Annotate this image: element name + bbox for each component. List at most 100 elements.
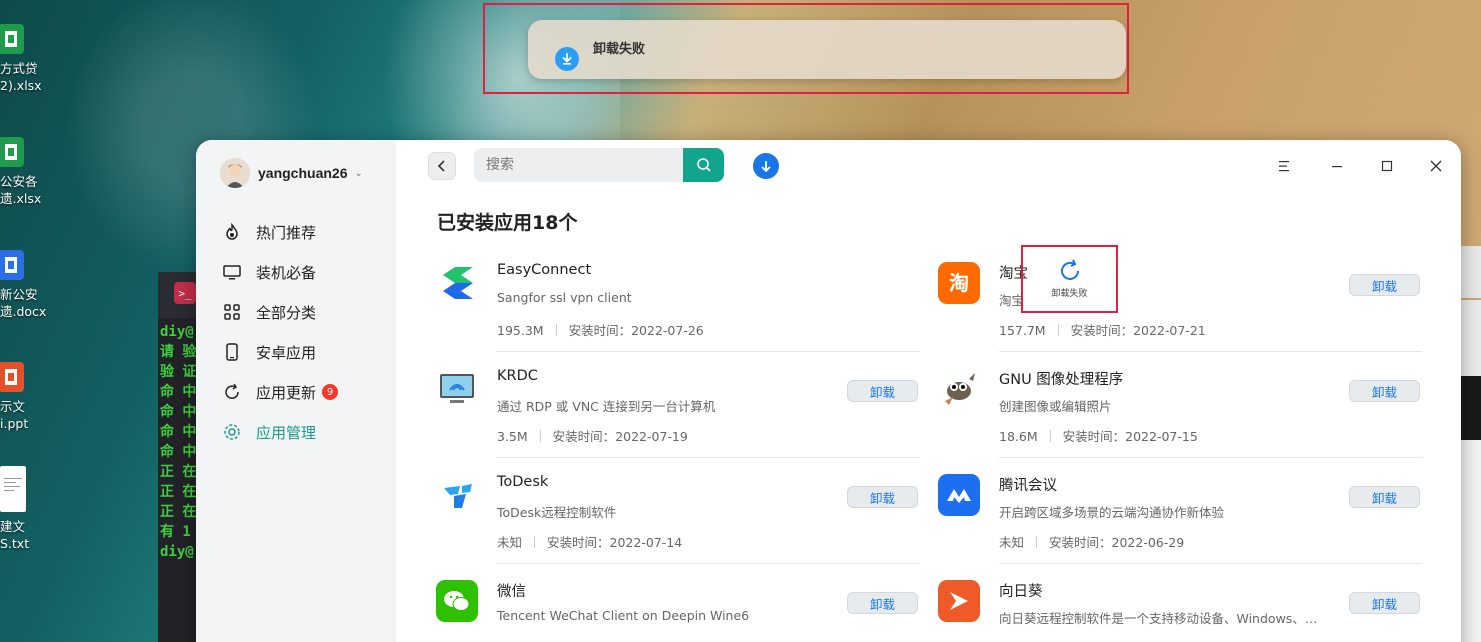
uninstall-button[interactable]: 卸载 (847, 592, 918, 614)
app-item-todesk[interactable]: ToDesk ToDesk远程控制软件 未知 安装时间：2022-07-14 卸载 (436, 458, 920, 564)
menu-button[interactable] (1272, 154, 1296, 178)
app-meta: 3.5M 安装时间：2022-07-19 (497, 426, 688, 445)
phone-icon (222, 342, 242, 362)
app-meta: 157.7M 安装时间：2022-07-21 (999, 320, 1206, 339)
gimp-icon (938, 368, 980, 410)
desktop-file-label: 方式贷 (0, 61, 38, 76)
arrow-down-icon (761, 161, 771, 173)
uninstall-button[interactable]: 卸载 (1349, 592, 1420, 614)
uninstall-failed-retry-button[interactable]: 卸载失败 (1021, 245, 1118, 313)
wechat-icon (436, 580, 478, 622)
app-description: Sangfor ssl vpn client (497, 290, 632, 305)
sidebar-nav: 热门推荐 装机必备 全部分类 安卓应用 应用更新 9 应用管理 (222, 212, 392, 452)
tencent-meeting-icon (938, 474, 980, 516)
spreadsheet-icon (0, 24, 24, 54)
app-size: 157.7M (999, 323, 1046, 338)
desktop-file-label: 示文 (0, 399, 26, 414)
app-description: ToDesk远程控制软件 (497, 505, 617, 520)
user-menu[interactable]: yangchuan26 ⌄ (220, 158, 363, 188)
spreadsheet-icon (0, 137, 24, 167)
search-input[interactable] (474, 148, 684, 182)
download-icon (555, 46, 579, 71)
retry-label: 卸载失败 (1051, 289, 1088, 299)
sidebar-item-manage[interactable]: 应用管理 (222, 412, 392, 452)
minimize-button[interactable] (1325, 154, 1349, 178)
page-title: 已安装应用18个 (437, 212, 578, 234)
sidebar-item-hot[interactable]: 热门推荐 (222, 212, 392, 252)
sidebar-item-label: 应用管理 (256, 423, 317, 442)
app-size: 3.5M (497, 429, 528, 444)
uninstall-button[interactable]: 卸载 (1349, 486, 1420, 508)
app-name: 向日葵 (999, 584, 1043, 600)
update-count-badge: 9 (322, 384, 339, 400)
install-time-label: 安装时间： (1070, 323, 1134, 338)
app-item-tencent-meeting[interactable]: 腾讯会议 开启跨区域多场景的云端沟通协作新体验 未知 安装时间：2022-06-2… (938, 458, 1422, 564)
app-name: KRDC (497, 368, 538, 384)
desktop-file-xlsx-2[interactable]: 公安各 遗.xlsx (0, 137, 48, 207)
sidebar-item-android[interactable]: 安卓应用 (222, 332, 392, 372)
desktop-file-xlsx-1[interactable]: 方式贷 2).xlsx (0, 24, 48, 94)
chevron-left-icon (437, 160, 445, 172)
svg-text:淘: 淘 (949, 271, 969, 295)
desktop-file-ppt[interactable]: 示文 i.ppt (0, 362, 48, 432)
desktop-file-label: 2).xlsx (0, 78, 42, 93)
close-icon (1430, 160, 1442, 172)
install-date: 2022-07-26 (631, 323, 704, 338)
uninstall-button[interactable]: 卸载 (1349, 380, 1420, 402)
uninstall-button[interactable]: 卸载 (847, 380, 918, 402)
notification-text: 卸载失败 (593, 42, 646, 57)
desktop-file-label: i.ppt (0, 416, 29, 431)
app-size: 未知 (497, 535, 523, 550)
desktop-file-label: 建文 (0, 519, 26, 534)
install-time-label: 安装时间： (568, 323, 632, 338)
app-meta: 未知 安装时间：2022-07-14 (497, 532, 682, 551)
uninstall-button[interactable]: 卸载 (847, 486, 918, 508)
sidebar-item-label: 安卓应用 (256, 343, 317, 362)
install-date: 2022-07-15 (1125, 429, 1198, 444)
install-date: 2022-06-29 (1111, 535, 1185, 550)
app-item-taobao[interactable]: 淘 淘宝 淘宝 157.7M 安装时间：2022-07-21 卸载 (938, 246, 1422, 352)
sidebar-item-updates[interactable]: 应用更新 9 (222, 372, 392, 412)
download-manager-button[interactable] (753, 153, 779, 179)
desktop-file-label: S.txt (0, 536, 30, 551)
notification-bubble[interactable]: 卸载失败 (528, 20, 1126, 79)
app-description: 开启跨区域多场景的云端沟通协作新体验 (999, 505, 1225, 520)
app-item-krdc[interactable]: KRDC 通过 RDP 或 VNC 连接到另一台计算机 3.5M 安装时间：202… (436, 352, 920, 458)
refresh-icon (1060, 259, 1079, 280)
app-description: Tencent WeChat Client on Deepin Wine6 (497, 608, 750, 623)
monitor-icon (222, 262, 242, 282)
maximize-icon (1381, 160, 1393, 172)
avatar (220, 158, 250, 188)
search-icon (696, 158, 711, 172)
chevron-down-icon: ⌄ (354, 167, 363, 179)
app-item-sunlogin[interactable]: 向日葵 向日葵远程控制软件是一个支持移动设备、Windows、M… 卸载 (938, 564, 1422, 642)
sidebar-item-label: 应用更新 (256, 383, 317, 402)
app-item-wechat[interactable]: 微信 Tencent WeChat Client on Deepin Wine6… (436, 564, 920, 642)
install-time-label: 安装时间： (1062, 429, 1126, 444)
easyconnect-icon (436, 262, 478, 304)
sidebar-item-categories[interactable]: 全部分类 (222, 292, 392, 332)
app-name: ToDesk (497, 474, 549, 490)
presentation-icon (0, 362, 24, 392)
uninstall-button[interactable]: 卸载 (1349, 274, 1420, 296)
install-date: 2022-07-21 (1133, 323, 1206, 338)
sidebar-item-label: 装机必备 (256, 263, 317, 282)
desktop-file-label: 遗.docx (0, 304, 47, 319)
sidebar-item-label: 全部分类 (256, 303, 317, 322)
taobao-icon: 淘 (938, 262, 980, 304)
app-size: 未知 (999, 535, 1025, 550)
app-name: GNU 图像处理程序 (999, 372, 1124, 388)
app-size: 18.6M (999, 429, 1038, 444)
back-button[interactable] (428, 152, 456, 180)
app-description: 创建图像或编辑照片 (999, 399, 1112, 414)
desktop-file-docx[interactable]: 新公安 遗.docx (0, 250, 48, 320)
text-file-icon (0, 466, 26, 512)
app-item-easyconnect[interactable]: EasyConnect Sangfor ssl vpn client 195.3… (436, 246, 920, 352)
maximize-button[interactable] (1375, 154, 1399, 178)
close-button[interactable] (1424, 154, 1448, 178)
search-button[interactable] (683, 148, 724, 182)
desktop-file-txt[interactable]: 建文 S.txt (0, 466, 48, 552)
sidebar-item-essentials[interactable]: 装机必备 (222, 252, 392, 292)
main-content: 已安装应用18个 EasyConnect Sangfor ssl vpn cli… (396, 140, 1461, 642)
app-item-gimp[interactable]: GNU 图像处理程序 创建图像或编辑照片 18.6M 安装时间：2022-07-1… (938, 352, 1422, 458)
